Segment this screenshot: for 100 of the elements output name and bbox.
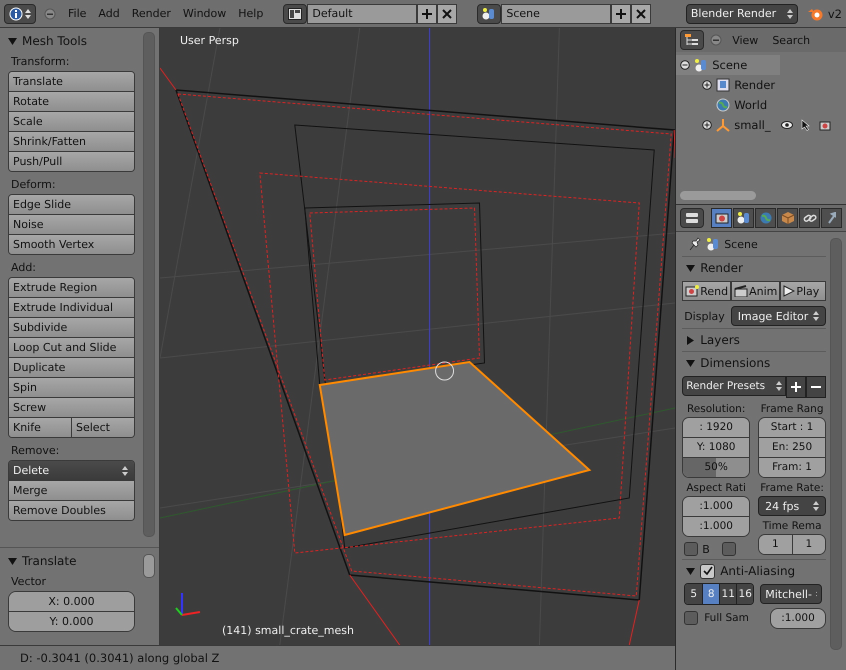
disclosure-triangle-icon[interactable] [686, 566, 696, 576]
properties-tab[interactable] [821, 208, 842, 228]
tool-button[interactable]: Duplicate [9, 358, 134, 377]
tool-button[interactable]: Smooth Vertex [9, 235, 134, 254]
disclosure-triangle-icon[interactable] [8, 36, 17, 46]
scrollbar[interactable] [680, 191, 756, 200]
number-field[interactable]: En: 250 [759, 437, 826, 457]
display-dropdown[interactable]: Image Editor [730, 306, 826, 326]
delete-button[interactable] [437, 4, 458, 24]
checkbox[interactable] [722, 542, 736, 556]
remove-preset-button[interactable] [806, 376, 826, 398]
collapse-icon[interactable] [710, 34, 722, 46]
panel-title: Layers [700, 333, 740, 347]
tool-button[interactable]: Push/Pull [9, 152, 134, 171]
camera-icon[interactable] [818, 120, 831, 130]
menu-item[interactable]: Window [178, 7, 230, 20]
layout-selector[interactable] [283, 4, 308, 24]
menu-item[interactable]: View [728, 34, 762, 46]
number-field[interactable]: :1.000 [683, 497, 750, 516]
menu-item[interactable]: Search [768, 34, 814, 46]
properties-tab[interactable] [733, 208, 754, 228]
menu-item[interactable]: Help [234, 7, 268, 20]
editor-type-button[interactable] [680, 30, 704, 50]
delete-button[interactable] [631, 4, 652, 24]
number-field[interactable]: Y: 1080 [683, 437, 750, 457]
scrollbar[interactable] [143, 32, 155, 537]
number-field[interactable]: X: 0.000 [9, 592, 134, 611]
tool-button[interactable]: Subdivide [9, 318, 134, 337]
properties-tab[interactable] [755, 208, 776, 228]
presets-dropdown[interactable]: Render Presets [682, 376, 786, 396]
scene-name-field[interactable]: Scene [501, 4, 612, 24]
menu-item[interactable]: File [64, 7, 90, 20]
disclosure-triangle-icon[interactable] [686, 358, 696, 368]
tool-button[interactable]: Extrude Region [9, 278, 134, 297]
number-field[interactable]: : 1920 [683, 418, 750, 437]
menu-item[interactable]: Render [128, 7, 175, 20]
properties-tab[interactable] [799, 208, 820, 228]
sample-count-button[interactable]: 11 [719, 584, 736, 604]
close-icon [441, 8, 454, 20]
checkbox[interactable] [684, 611, 698, 625]
checkbox[interactable] [700, 564, 716, 578]
tool-button[interactable]: Loop Cut and Slide [9, 338, 134, 357]
number-field[interactable]: Y: 0.000 [9, 611, 134, 631]
number-field[interactable]: :1.000 [683, 516, 750, 536]
number-field[interactable]: Fram: 1 [759, 457, 826, 477]
render-button[interactable]: Anim [731, 281, 780, 301]
scrollbar[interactable] [830, 238, 842, 650]
time-remap-label: Time Rema [762, 519, 823, 534]
tool-button[interactable]: Shrink/Fatten [9, 132, 134, 151]
add-button[interactable] [611, 4, 632, 24]
menu-item[interactable]: Add [94, 7, 124, 20]
expand-toggle-icon[interactable] [680, 60, 690, 70]
disclosure-triangle-icon[interactable] [686, 336, 696, 344]
tool-button[interactable]: Rotate [9, 92, 134, 111]
sample-count-button[interactable]: 8 [702, 584, 720, 604]
layout-name-field[interactable]: Default [307, 4, 418, 24]
render-button[interactable]: Rend [682, 281, 732, 301]
tree-item[interactable]: World [734, 98, 768, 112]
tool-button[interactable]: Knife [9, 418, 71, 437]
cursor-icon[interactable] [800, 119, 811, 131]
tool-button[interactable]: Spin [9, 378, 134, 397]
sample-count-button[interactable]: 16 [736, 584, 754, 604]
filter-dropdown[interactable]: Mitchell- [760, 584, 822, 604]
tool-button[interactable]: Extrude Individual [9, 298, 134, 317]
tool-button[interactable]: Merge [9, 481, 134, 500]
render-button[interactable]: Play [780, 281, 826, 301]
tool-button[interactable]: Edge Slide [9, 195, 134, 214]
pin-icon[interactable] [688, 237, 702, 251]
editor-type-button[interactable] [4, 4, 36, 24]
editor-type-button[interactable] [680, 208, 704, 228]
properties-tab[interactable] [711, 208, 732, 228]
camera-icon [685, 285, 700, 297]
eye-icon[interactable] [780, 120, 793, 130]
sample-count-button[interactable]: 5 [685, 584, 702, 604]
tool-button[interactable]: Noise [9, 215, 134, 234]
checkbox[interactable] [684, 542, 698, 556]
number-field[interactable]: Start : 1 [759, 418, 826, 437]
expand-toggle-icon[interactable] [702, 120, 712, 130]
scene-selector[interactable] [477, 4, 502, 24]
collapse-icon[interactable] [44, 8, 56, 20]
tree-item[interactable]: small_ [734, 118, 771, 132]
add-button[interactable] [417, 4, 438, 24]
scrollbar[interactable] [143, 554, 155, 578]
aspect-label: Aspect Rati [685, 481, 747, 496]
tree-item[interactable]: Render [734, 78, 776, 92]
render-engine-dropdown[interactable]: Blender Render [686, 4, 798, 24]
tool-button[interactable]: Scale [9, 112, 134, 131]
disclosure-triangle-icon[interactable] [686, 264, 696, 272]
disclosure-triangle-icon[interactable] [8, 556, 17, 566]
expand-toggle-icon[interactable] [702, 80, 712, 90]
tool-button[interactable]: Translate [9, 72, 134, 91]
number-field[interactable]: :1.000 [770, 608, 826, 628]
tool-button[interactable]: Remove Doubles [9, 501, 134, 520]
percentage-slider[interactable]: 50% [683, 457, 750, 477]
frame-rate-dropdown[interactable]: 24 fps [758, 496, 826, 516]
tool-button[interactable]: Select [71, 418, 134, 437]
add-preset-button[interactable] [786, 376, 806, 398]
frame-range-label: Frame Rang [760, 402, 824, 417]
delete-dropdown[interactable]: Delete [9, 461, 134, 480]
tool-button[interactable]: Screw [9, 398, 134, 417]
